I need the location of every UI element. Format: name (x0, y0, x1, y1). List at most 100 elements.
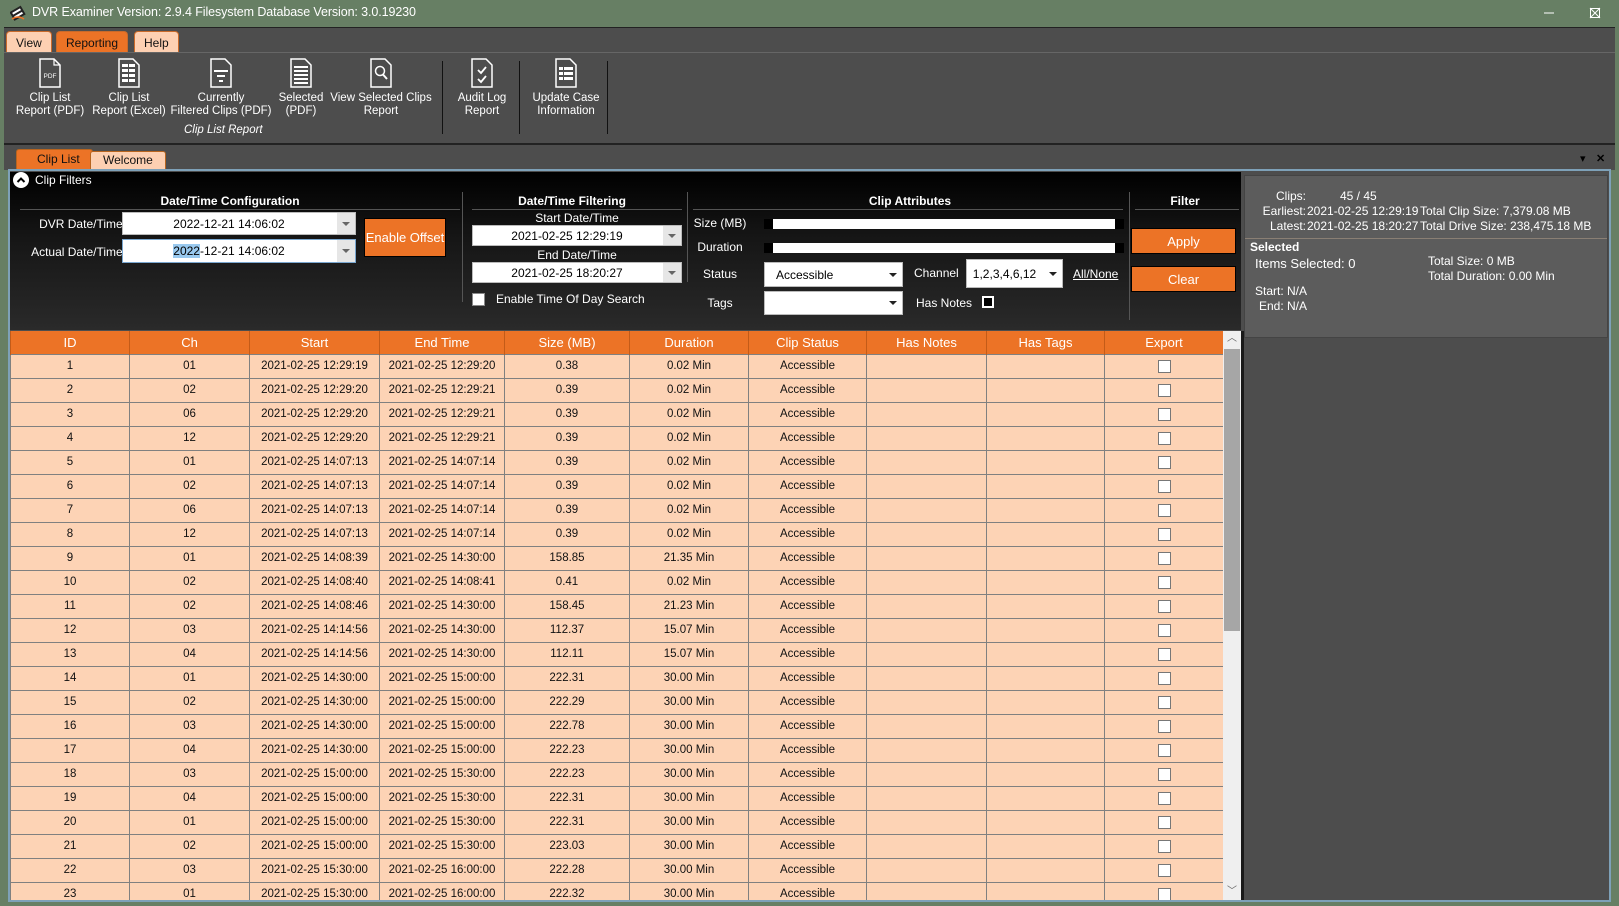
cell-export[interactable] (1104, 713, 1223, 739)
table-row[interactable]: 17 04 2021-02-25 14:30:00 2021-02-25 15:00:… (10, 737, 1223, 763)
size-range-min-handle[interactable] (764, 219, 773, 229)
size-range-slider[interactable] (764, 219, 1124, 229)
export-checkbox[interactable] (1157, 695, 1171, 709)
export-checkbox[interactable] (1157, 479, 1171, 493)
scroll-up-icon[interactable]: ︿ (1223, 331, 1241, 347)
table-row[interactable]: 16 03 2021-02-25 14:30:00 2021-02-25 15:00:… (10, 713, 1223, 739)
table-row[interactable]: 20 01 2021-02-25 15:00:00 2021-02-25 15:30:… (10, 809, 1223, 835)
column-header-duration[interactable]: Duration (629, 331, 749, 354)
export-checkbox[interactable] (1157, 863, 1171, 877)
export-checkbox[interactable] (1157, 455, 1171, 469)
cell-export[interactable] (1104, 497, 1223, 523)
clip-list-report-pdf-button[interactable]: PDF Clip List Report (PDF) (10, 58, 90, 117)
actual-datetime-picker[interactable]: 2022 -12-21 14:06:02 (122, 239, 356, 263)
table-row[interactable]: 15 02 2021-02-25 14:30:00 2021-02-25 15:00:… (10, 689, 1223, 715)
column-header-has-tags[interactable]: Has Tags (986, 331, 1105, 354)
tab-list-dropdown-icon[interactable]: ▾ (1580, 152, 1586, 165)
table-row[interactable]: 6 02 2021-02-25 14:07:13 2021-02-25 14:07:1… (10, 473, 1223, 499)
clip-list-report-excel-button[interactable]: Clip List Report (Excel) (89, 58, 169, 117)
cell-export[interactable] (1104, 737, 1223, 763)
cell-export[interactable] (1104, 569, 1223, 595)
export-checkbox[interactable] (1157, 503, 1171, 517)
table-row[interactable]: 11 02 2021-02-25 14:08:46 2021-02-25 14:30:… (10, 593, 1223, 619)
minimize-button[interactable] (1526, 0, 1572, 26)
column-header-clip-status[interactable]: Clip Status (748, 331, 867, 354)
menu-tab-reporting[interactable]: Reporting (56, 31, 129, 54)
table-vertical-scrollbar[interactable]: ︿ ﹀ (1223, 331, 1241, 900)
table-row[interactable]: 7 06 2021-02-25 14:07:13 2021-02-25 14:07:1… (10, 497, 1223, 523)
table-row[interactable]: 8 12 2021-02-25 14:07:13 2021-02-25 14:07:1… (10, 521, 1223, 547)
column-header-end-time[interactable]: End Time (379, 331, 505, 354)
tab-clip-list[interactable]: Clip List (16, 149, 93, 169)
table-row[interactable]: 5 01 2021-02-25 14:07:13 2021-02-25 14:07:1… (10, 449, 1223, 475)
export-checkbox[interactable] (1157, 599, 1171, 613)
cell-export[interactable] (1104, 785, 1223, 811)
export-checkbox[interactable] (1157, 407, 1171, 421)
selected-pdf-button[interactable]: Selected (PDF) (274, 58, 328, 117)
export-checkbox[interactable] (1157, 887, 1171, 900)
duration-range-slider[interactable] (764, 243, 1124, 253)
size-range-max-handle[interactable] (1115, 219, 1124, 229)
dropdown-arrow-icon[interactable] (884, 292, 902, 314)
column-header-start[interactable]: Start (249, 331, 380, 354)
update-case-information-button[interactable]: Update Case Information (524, 58, 608, 117)
duration-range-min-handle[interactable] (764, 243, 773, 253)
end-datetime-picker[interactable]: 2021-02-25 18:20:27 (472, 262, 682, 283)
all-none-link[interactable]: All/None (1073, 267, 1118, 281)
clear-button[interactable]: Clear (1131, 266, 1236, 292)
table-row[interactable]: 4 12 2021-02-25 12:29:20 2021-02-25 12:29:2… (10, 425, 1223, 451)
cell-export[interactable] (1104, 449, 1223, 475)
cell-export[interactable] (1104, 425, 1223, 451)
scrollbar-thumb[interactable] (1224, 349, 1240, 631)
table-row[interactable]: 14 01 2021-02-25 14:30:00 2021-02-25 15:00:… (10, 665, 1223, 691)
cell-export[interactable] (1104, 353, 1223, 379)
table-row[interactable]: 1 01 2021-02-25 12:29:19 2021-02-25 12:29:2… (10, 353, 1223, 379)
table-row[interactable]: 21 02 2021-02-25 15:00:00 2021-02-25 15:30:… (10, 833, 1223, 859)
table-row[interactable]: 3 06 2021-02-25 12:29:20 2021-02-25 12:29:2… (10, 401, 1223, 427)
duration-range-max-handle[interactable] (1115, 243, 1124, 253)
column-header-size-mb[interactable]: Size (MB) (504, 331, 630, 354)
dvr-datetime-picker[interactable]: 2022-12-21 14:06:02 (122, 212, 356, 235)
column-header-ch[interactable]: Ch (129, 331, 250, 354)
cell-export[interactable] (1104, 377, 1223, 403)
export-checkbox[interactable] (1157, 815, 1171, 829)
menu-tab-view[interactable]: View (6, 31, 52, 54)
tags-dropdown[interactable] (764, 291, 903, 315)
cell-export[interactable] (1104, 473, 1223, 499)
column-header-export[interactable]: Export (1104, 331, 1223, 354)
tab-close-icon[interactable]: ✕ (1596, 152, 1605, 165)
export-checkbox[interactable] (1157, 383, 1171, 397)
export-checkbox[interactable] (1157, 767, 1171, 781)
currently-filtered-clips-pdf-button[interactable]: Currently Filtered Clips (PDF) (168, 58, 274, 117)
cell-export[interactable] (1104, 593, 1223, 619)
export-checkbox[interactable] (1157, 551, 1171, 565)
enable-offset-button[interactable]: Enable Offset (364, 218, 446, 257)
cell-export[interactable] (1104, 881, 1223, 900)
apply-button[interactable]: Apply (1131, 228, 1236, 254)
time-of-day-checkbox[interactable] (472, 293, 485, 306)
close-button[interactable] (1572, 0, 1618, 26)
dropdown-arrow-icon[interactable] (663, 263, 681, 282)
table-row[interactable]: 9 01 2021-02-25 14:08:39 2021-02-25 14:30:0… (10, 545, 1223, 571)
dropdown-arrow-icon[interactable] (663, 226, 681, 245)
audit-log-report-button[interactable]: Audit Log Report (450, 58, 514, 117)
export-checkbox[interactable] (1157, 647, 1171, 661)
table-row[interactable]: 23 01 2021-02-25 15:30:00 2021-02-25 16:00:… (10, 881, 1223, 900)
export-checkbox[interactable] (1157, 671, 1171, 685)
table-row[interactable]: 22 03 2021-02-25 15:30:00 2021-02-25 16:00:… (10, 857, 1223, 883)
status-dropdown[interactable]: Accessible (764, 262, 903, 287)
clip-filters-toggle[interactable]: Clip Filters (13, 170, 92, 190)
cell-export[interactable] (1104, 809, 1223, 835)
cell-export[interactable] (1104, 857, 1223, 883)
table-row[interactable]: 18 03 2021-02-25 15:00:00 2021-02-25 15:30:… (10, 761, 1223, 787)
export-checkbox[interactable] (1157, 719, 1171, 733)
cell-export[interactable] (1104, 641, 1223, 667)
cell-export[interactable] (1104, 521, 1223, 547)
view-selected-clips-report-button[interactable]: View Selected Clips Report (328, 58, 434, 117)
start-datetime-picker[interactable]: 2021-02-25 12:29:19 (472, 225, 682, 246)
cell-export[interactable] (1104, 617, 1223, 643)
tab-welcome[interactable]: Welcome (90, 151, 166, 169)
table-row[interactable]: 10 02 2021-02-25 14:08:40 2021-02-25 14:08:… (10, 569, 1223, 595)
column-header-id[interactable]: ID (10, 331, 130, 354)
cell-export[interactable] (1104, 401, 1223, 427)
